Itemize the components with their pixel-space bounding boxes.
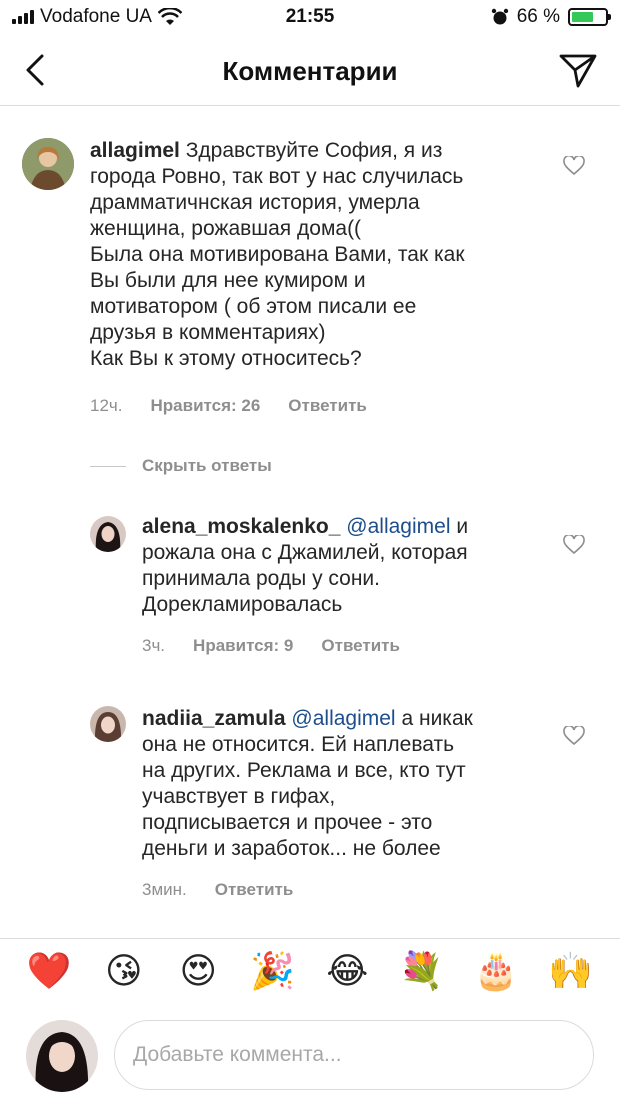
paper-plane-icon[interactable] — [558, 50, 598, 90]
mention-link[interactable]: @allagimel — [346, 515, 450, 538]
battery-percent: 66 % — [516, 6, 560, 27]
avatar[interactable] — [90, 706, 126, 742]
likes-count[interactable]: Нравится: 9 — [193, 636, 293, 656]
comment-line: учавствует в гифах, — [142, 785, 336, 808]
like-heart-icon[interactable] — [563, 535, 585, 555]
avatar[interactable] — [90, 516, 126, 552]
header: Комментарии — [0, 36, 620, 106]
battery-icon — [568, 8, 611, 26]
comment-username[interactable]: allagimel — [90, 139, 180, 162]
comment-meta: 3ч. Нравится: 9 Ответить — [142, 636, 400, 656]
likes-count[interactable]: Нравится: 26 — [151, 396, 261, 416]
cake-emoji-button[interactable]: 🎂 — [468, 949, 524, 993]
reply-button[interactable]: Ответить — [321, 636, 400, 656]
comment-line: женщина, рожавшая дома(( — [90, 217, 362, 240]
comment-body: nadiia_zamula @allagimel а никак она не … — [142, 706, 542, 862]
comment-line: Здравствуйте София, я из — [185, 139, 443, 162]
comment-line: подписывается и прочее - это — [142, 811, 433, 834]
comment-line: рожала она с Джамилей, которая — [142, 541, 468, 564]
mention-link[interactable]: @allagimel — [291, 707, 395, 730]
comment-line: принимала роды у сони. — [142, 567, 380, 590]
status-right: 66 % — [491, 6, 611, 28]
emoji-quick-bar: ❤️ 😘 😍 🎉 😂 💐 🎂 🙌 — [0, 938, 620, 1002]
comment-meta: 3мин. Ответить — [142, 880, 293, 900]
comment-time: 3ч. — [142, 636, 166, 655]
comment-composer — [0, 1010, 620, 1100]
comment-time: 12ч. — [90, 396, 123, 415]
reply-button[interactable]: Ответить — [215, 880, 294, 900]
heart-eyes-emoji-button[interactable]: 😍 — [170, 949, 226, 993]
comment-line: а никак — [401, 707, 473, 730]
my-avatar[interactable] — [26, 1020, 98, 1092]
comment-body: allagimel Здравствуйте София, я из город… — [90, 138, 530, 372]
comment-line: драмматичнская история, умерла — [90, 191, 420, 214]
comment-input[interactable] — [133, 1021, 573, 1089]
heart-emoji-button[interactable]: ❤️ — [21, 949, 77, 993]
comment-line: друзья в комментариях) — [90, 321, 326, 344]
comment-line: она не относится. Ей наплевать — [142, 733, 455, 756]
like-heart-icon[interactable] — [563, 726, 585, 746]
hide-replies-label: Скрыть ответы — [142, 456, 272, 475]
alarm-icon — [491, 8, 508, 25]
bouquet-emoji-button[interactable]: 💐 — [394, 949, 450, 993]
comment-line: и — [456, 515, 469, 538]
comment-line: мотиватором ( об этом писали ее — [90, 295, 417, 318]
hide-replies-button[interactable]: Скрыть ответы — [90, 456, 272, 476]
comment-line: деньги и заработок... не более — [142, 837, 441, 860]
battery-fill — [572, 12, 594, 22]
avatar[interactable] — [22, 138, 74, 190]
comment-username[interactable]: nadiia_zamula — [142, 707, 286, 730]
like-heart-icon[interactable] — [563, 156, 585, 176]
comment-line: на других. Реклама и все, кто тут — [142, 759, 466, 782]
comment-time: 3мин. — [142, 880, 187, 899]
comment-line: города Ровно, так вот у нас случилась — [90, 165, 464, 188]
comment-input-wrapper — [114, 1020, 594, 1090]
comment-username[interactable]: alena_moskalenko_ — [142, 515, 340, 538]
reply-button[interactable]: Ответить — [288, 396, 367, 416]
divider — [90, 465, 126, 467]
comment-line: Была она мотивирована Вами, так как — [90, 243, 465, 266]
tears-of-joy-emoji-button[interactable]: 😂 — [319, 949, 375, 993]
comment-line: Как Вы к этому относитесь? — [90, 347, 362, 370]
comment-meta: 12ч. Нравится: 26 Ответить — [90, 396, 367, 416]
status-bar: Vodafone UA 21:55 66 % — [0, 0, 620, 36]
kiss-emoji-button[interactable]: 😘 — [96, 949, 152, 993]
raised-hands-emoji-button[interactable]: 🙌 — [543, 949, 599, 993]
comment-line: Вы были для нее кумиром и — [90, 269, 366, 292]
comment-line: Дорекламировалась — [142, 593, 343, 616]
comment-body: alena_moskalenko_ @allagimel и рожала он… — [142, 514, 542, 618]
party-popper-emoji-button[interactable]: 🎉 — [245, 949, 301, 993]
page-title: Комментарии — [222, 56, 398, 86]
